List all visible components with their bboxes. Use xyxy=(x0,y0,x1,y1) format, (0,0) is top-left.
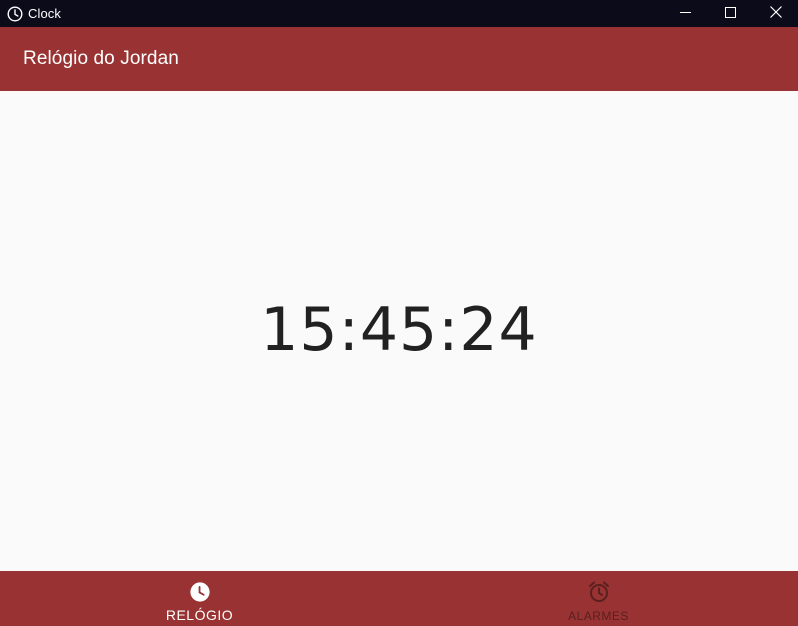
clock-icon xyxy=(7,5,23,22)
clock-view: 15:45:24 xyxy=(0,91,798,571)
nav-label: ALARMES xyxy=(568,609,629,623)
window-controls xyxy=(663,0,798,27)
maximize-button[interactable] xyxy=(708,0,753,27)
page-title: Relógio do Jordan xyxy=(23,48,179,69)
nav-item-relogio[interactable]: RELÓGIO xyxy=(0,571,399,626)
close-icon xyxy=(769,5,782,23)
alarm-icon xyxy=(587,580,611,604)
clock-time-display: 15:45:24 xyxy=(260,295,538,365)
app-bar: Relógio do Jordan xyxy=(0,27,798,91)
nav-label: RELÓGIO xyxy=(165,607,234,623)
minimize-button[interactable] xyxy=(663,0,708,27)
window-title: Clock xyxy=(28,6,62,21)
window-titlebar: Clock xyxy=(0,0,798,27)
maximize-icon xyxy=(725,5,736,23)
minimize-icon xyxy=(680,5,691,23)
close-button[interactable] xyxy=(753,0,798,27)
bottom-navigation: RELÓGIO ALARMES xyxy=(0,571,798,626)
clock-icon xyxy=(188,580,212,604)
nav-item-alarmes[interactable]: ALARMES xyxy=(399,571,798,626)
